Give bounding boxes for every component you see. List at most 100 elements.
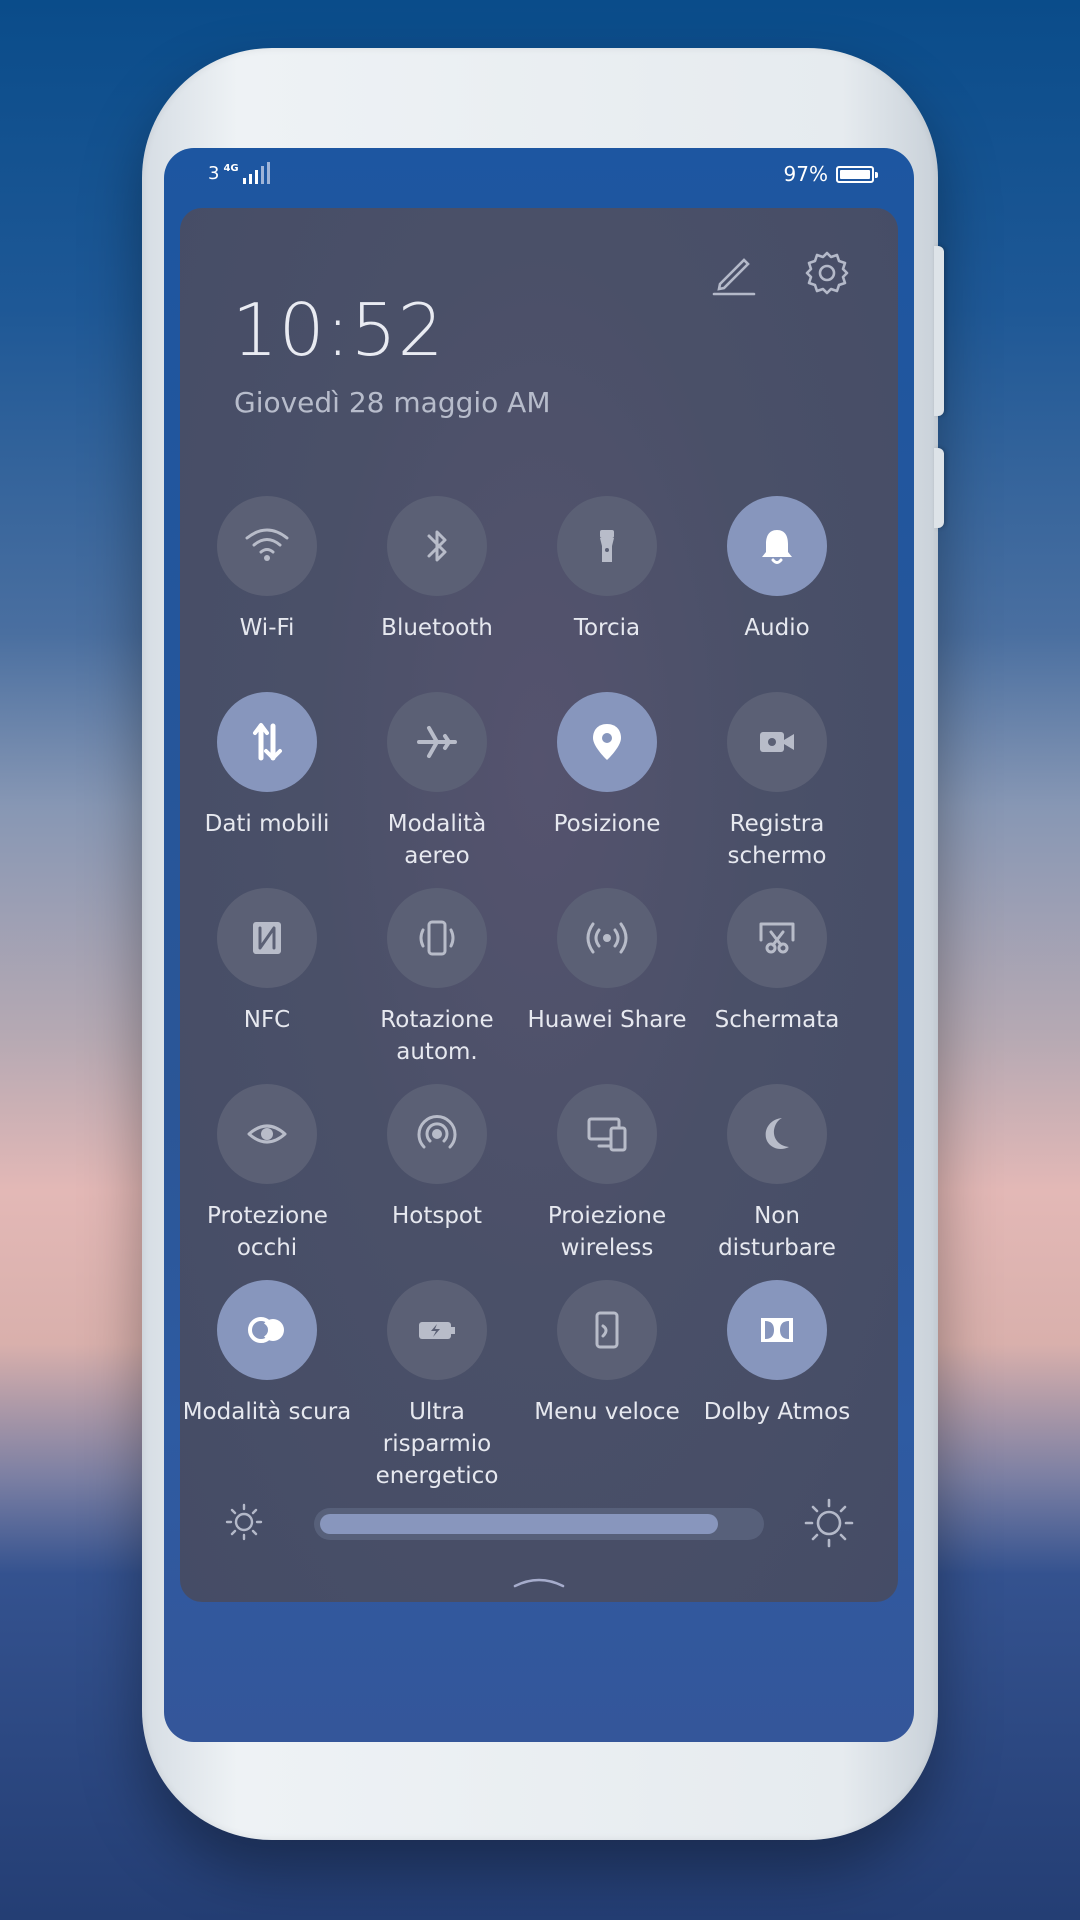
toggle-label: Posizione bbox=[553, 811, 661, 837]
brightness-slider[interactable] bbox=[314, 1508, 764, 1540]
battery-icon bbox=[836, 165, 878, 183]
brightness-slider-fill[interactable] bbox=[320, 1514, 718, 1534]
toggle-dolby-atmos[interactable]: Dolby Atmos bbox=[692, 1280, 862, 1428]
toggle-label: Menu veloce bbox=[534, 1399, 680, 1425]
toggle-menu-veloce[interactable]: Menu veloce bbox=[522, 1280, 692, 1428]
toggle-label: Torcia bbox=[573, 615, 641, 641]
edit-icon[interactable] bbox=[710, 250, 756, 296]
toggle-button[interactable] bbox=[557, 888, 657, 988]
toggle-label: Wi-Fi bbox=[239, 615, 295, 641]
power-button bbox=[934, 448, 944, 528]
toggle-button[interactable] bbox=[727, 1280, 827, 1380]
moon-icon bbox=[765, 1118, 789, 1149]
toggle-button[interactable] bbox=[217, 496, 317, 596]
settings-gear-icon[interactable] bbox=[804, 250, 850, 296]
toggle-non-disturbare[interactable]: Non disturbare bbox=[692, 1084, 862, 1264]
collapse-handle-icon[interactable] bbox=[513, 1574, 565, 1588]
brightness-high-icon bbox=[804, 1498, 854, 1548]
toggle-hotspot[interactable]: Hotspot bbox=[352, 1084, 522, 1232]
toggle-label: Ultra risparmio energetico bbox=[375, 1399, 499, 1489]
clock-time: 10:52 bbox=[232, 288, 445, 372]
toggle-torcia[interactable]: Torcia bbox=[522, 496, 692, 644]
toggle-button[interactable] bbox=[727, 496, 827, 596]
brightness-low-icon bbox=[225, 1503, 263, 1541]
battery-saver-icon bbox=[419, 1322, 455, 1339]
toggle-button[interactable] bbox=[557, 1280, 657, 1380]
toggle-dati-mobili[interactable]: Dati mobili bbox=[182, 692, 352, 840]
bluetooth-icon bbox=[427, 530, 447, 562]
toggle-audio[interactable]: Audio bbox=[692, 496, 862, 644]
toggle-button[interactable] bbox=[217, 1280, 317, 1380]
toggle-label: NFC bbox=[243, 1007, 291, 1033]
toggle-rotazione-autom[interactable]: Rotazione autom. bbox=[352, 888, 522, 1068]
flashlight-icon bbox=[600, 530, 614, 562]
location-icon bbox=[593, 724, 621, 760]
toggle-modalit-scura[interactable]: Modalità scura bbox=[182, 1280, 352, 1428]
toggle-posizione[interactable]: Posizione bbox=[522, 692, 692, 840]
toggle-bluetooth[interactable]: Bluetooth bbox=[352, 496, 522, 644]
toggle-label: Proiezione wireless bbox=[547, 1203, 667, 1261]
toggle-ultra-risparmio-energetico[interactable]: Ultra risparmio energetico bbox=[352, 1280, 522, 1492]
toggle-button[interactable] bbox=[727, 692, 827, 792]
toggle-label: Hotspot bbox=[391, 1203, 483, 1229]
toggle-button[interactable] bbox=[557, 692, 657, 792]
toggle-label: Schermata bbox=[714, 1007, 840, 1033]
toggle-button[interactable] bbox=[387, 888, 487, 988]
brightness-control bbox=[224, 1498, 854, 1548]
toggle-huawei-share[interactable]: Huawei Share bbox=[522, 888, 692, 1036]
dolby-icon bbox=[761, 1318, 793, 1342]
toggle-button[interactable] bbox=[217, 692, 317, 792]
toggle-label: Bluetooth bbox=[381, 615, 493, 641]
toggle-button[interactable] bbox=[387, 692, 487, 792]
toggle-modalit-aereo[interactable]: Modalità aereo bbox=[352, 692, 522, 872]
battery-percent: 97% bbox=[783, 162, 828, 186]
screenshot-icon bbox=[759, 922, 795, 954]
toggle-protezione-occhi[interactable]: Protezione occhi bbox=[182, 1084, 352, 1264]
toggle-label: Dolby Atmos bbox=[703, 1399, 851, 1425]
toggle-label: Modalità scura bbox=[182, 1399, 352, 1425]
toggle-label: Audio bbox=[744, 615, 810, 641]
signal-indicator: 3 4G bbox=[208, 162, 273, 184]
toggle-button[interactable] bbox=[557, 1084, 657, 1184]
toggle-button[interactable] bbox=[387, 1084, 487, 1184]
wifi-icon bbox=[245, 528, 289, 561]
hotspot-icon bbox=[417, 1115, 457, 1149]
network-type: 4G bbox=[223, 163, 239, 174]
toggle-label: Dati mobili bbox=[204, 811, 330, 837]
huawei-share-icon bbox=[586, 922, 628, 954]
toggle-button[interactable] bbox=[727, 1084, 827, 1184]
mobile-data-icon bbox=[253, 723, 282, 761]
status-bar: 3 4G 97% bbox=[208, 162, 878, 192]
toggle-label: Protezione occhi bbox=[207, 1203, 328, 1261]
toggle-wi-fi[interactable]: Wi-Fi bbox=[182, 496, 352, 644]
wireless-projection-icon bbox=[587, 1117, 627, 1152]
phone-screen: 3 4G 97% 10:52 Giovedì 28 maggio AM Wi-F… bbox=[164, 148, 914, 1742]
toggle-label: Modalità aereo bbox=[387, 811, 487, 869]
toggle-label: Non disturbare bbox=[718, 1203, 836, 1261]
airplane-icon bbox=[417, 726, 457, 758]
toggle-nfc[interactable]: NFC bbox=[182, 888, 352, 1036]
toggle-button[interactable] bbox=[217, 888, 317, 988]
toggle-registra-schermo[interactable]: Registra schermo bbox=[692, 692, 862, 872]
toggle-label: Rotazione autom. bbox=[380, 1007, 494, 1065]
toggle-schermata[interactable]: Schermata bbox=[692, 888, 862, 1036]
carrier-label: 3 bbox=[208, 163, 220, 184]
toggle-button[interactable] bbox=[387, 496, 487, 596]
nfc-icon bbox=[253, 922, 281, 954]
eye-icon bbox=[247, 1124, 287, 1144]
auto-rotate-icon bbox=[419, 920, 455, 956]
toggle-proiezione-wireless[interactable]: Proiezione wireless bbox=[522, 1084, 692, 1264]
toggle-button[interactable] bbox=[727, 888, 827, 988]
date-label: Giovedì 28 maggio AM bbox=[234, 386, 551, 419]
volume-button bbox=[934, 246, 944, 416]
toggle-button[interactable] bbox=[387, 1280, 487, 1380]
screen-record-icon bbox=[760, 732, 794, 752]
toggle-label: Huawei Share bbox=[527, 1007, 687, 1033]
signal-bars-icon bbox=[242, 162, 270, 184]
quick-menu-icon bbox=[595, 1311, 619, 1349]
toggle-button[interactable] bbox=[557, 496, 657, 596]
toggle-button[interactable] bbox=[217, 1084, 317, 1184]
dark-mode-icon bbox=[248, 1317, 284, 1343]
toggle-label: Registra schermo bbox=[727, 811, 827, 869]
quick-settings-panel: 10:52 Giovedì 28 maggio AM Wi-Fi Bluetoot… bbox=[180, 208, 898, 1602]
